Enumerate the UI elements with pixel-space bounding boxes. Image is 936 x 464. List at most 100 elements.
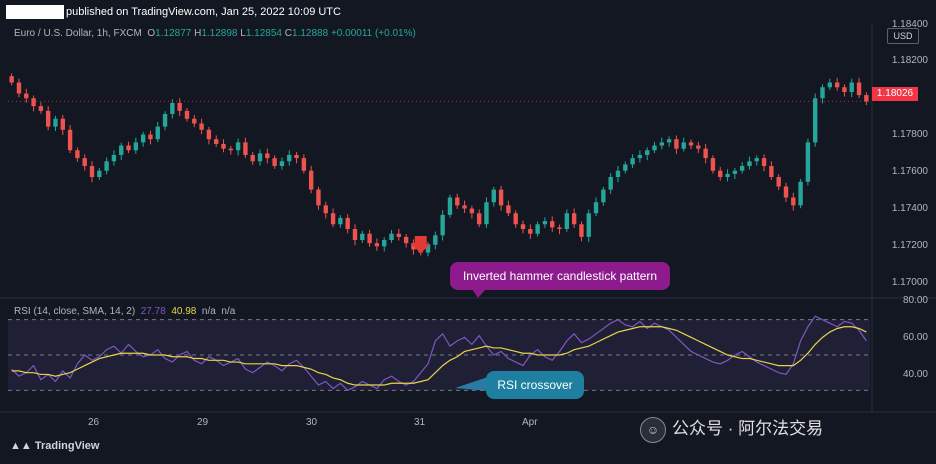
rsi-axis-label: 60.00 xyxy=(902,332,928,343)
candle-body xyxy=(506,205,511,214)
candle-body xyxy=(265,153,270,159)
candle-body xyxy=(615,170,621,178)
candle-body xyxy=(24,93,29,99)
symbol-legend: Euro / U.S. Dollar, 1h, FXCM O1.12877 H1… xyxy=(14,28,416,39)
candle-body xyxy=(593,202,599,214)
candle-body xyxy=(710,158,716,171)
candle-body xyxy=(82,158,87,166)
candle-body xyxy=(214,139,219,144)
candle-body xyxy=(462,205,467,209)
candle-body xyxy=(747,161,752,166)
candle-body xyxy=(769,166,774,178)
rsi-legend: RSI (14, close, SMA, 14, 2) 27.78 40.98 … xyxy=(14,306,235,317)
candle-body xyxy=(433,235,438,245)
candle-body xyxy=(820,87,825,99)
hammer-callout-pointer xyxy=(472,289,486,298)
rsi-axis-label: 40.00 xyxy=(902,369,928,380)
price-axis-label: 1.17000 xyxy=(891,277,928,288)
candle-body xyxy=(148,134,153,140)
candle-body xyxy=(53,118,58,127)
candle-body xyxy=(235,142,241,151)
candle-body xyxy=(177,103,182,111)
candle-body xyxy=(67,129,73,151)
time-axis-label: 26 xyxy=(88,417,100,428)
rsi-ma-value: 40.98 xyxy=(171,306,197,317)
candle-body xyxy=(447,197,453,215)
candle-body xyxy=(257,153,263,162)
rsi-label[interactable]: RSI (14, close, SMA, 14, 2) xyxy=(14,306,135,317)
candle-body xyxy=(674,139,679,149)
wechat-watermark: ☺ 公众号 · 阿尔法交易 xyxy=(640,414,823,443)
candle-body xyxy=(184,110,190,119)
candle-body xyxy=(798,181,803,206)
candle-body xyxy=(352,229,358,241)
time-axis-label: 29 xyxy=(197,417,209,428)
price-axis-label: 1.17600 xyxy=(891,166,928,177)
hammer-callout: Inverted hammer candlestick pattern xyxy=(450,262,670,290)
chart-canvas[interactable] xyxy=(0,0,936,464)
candle-body xyxy=(111,154,117,162)
candle-body xyxy=(550,221,555,228)
candle-body xyxy=(440,214,445,236)
time-axis-label: 30 xyxy=(306,417,318,428)
crossover-callout: RSI crossover xyxy=(486,371,584,399)
change-value: +0.00011 (+0.01%) xyxy=(330,28,416,39)
candle-body xyxy=(360,233,365,241)
candle-body xyxy=(228,148,233,151)
candle-body xyxy=(374,243,380,247)
candle-body xyxy=(389,233,394,241)
candle-body xyxy=(856,82,862,96)
open-label: O xyxy=(147,28,156,39)
price-axis-label: 1.17400 xyxy=(891,203,928,214)
candle-body xyxy=(491,189,496,203)
candle-body xyxy=(162,114,168,127)
time-axis-label: Apr xyxy=(522,417,538,428)
candle-body xyxy=(586,213,591,237)
close-value: 1.12888 xyxy=(292,28,329,39)
candle-body xyxy=(243,142,248,155)
candle-body xyxy=(75,150,80,159)
chart-window: published on TradingView.com, Jan 25, 20… xyxy=(0,0,936,464)
candle-body xyxy=(170,103,175,115)
tradingview-logo[interactable]: ▲▲ TradingView xyxy=(10,440,99,452)
candle-body xyxy=(608,177,613,190)
candle-body xyxy=(659,142,664,146)
candle-body xyxy=(396,233,402,237)
candle-body xyxy=(294,154,299,159)
candle-body xyxy=(732,170,738,174)
candle-body xyxy=(761,158,767,166)
candle-body xyxy=(330,213,336,225)
candle-body xyxy=(206,129,212,140)
symbol-name[interactable]: Euro / U.S. Dollar, 1h, FXCM xyxy=(14,28,142,39)
candle-body xyxy=(688,142,694,146)
candle-body xyxy=(805,142,811,182)
candle-body xyxy=(849,82,854,92)
candle-body xyxy=(776,177,781,187)
candle-body xyxy=(45,110,51,127)
candle-body xyxy=(528,229,533,234)
tv-logo-icon: ▲▲ xyxy=(10,440,35,452)
candle-body xyxy=(455,197,460,206)
candle-body xyxy=(652,145,657,151)
candle-body xyxy=(367,233,372,244)
last-price-badge: 1.18026 xyxy=(872,87,918,101)
rsi-value: 27.78 xyxy=(140,306,166,317)
candle-body xyxy=(250,154,255,162)
candle-body xyxy=(754,158,759,162)
tv-logo-text: TradingView xyxy=(34,440,100,452)
candle-body xyxy=(192,118,197,124)
open-value: 1.12877 xyxy=(155,28,192,39)
candle-body xyxy=(791,197,796,206)
candle-body xyxy=(382,240,387,247)
candle-body xyxy=(630,158,635,165)
candle-body xyxy=(38,106,44,111)
candle-body xyxy=(864,95,869,102)
candle-body xyxy=(513,213,518,225)
price-axis-label: 1.17800 xyxy=(891,129,928,140)
high-value: 1.12898 xyxy=(201,28,238,39)
candle-body xyxy=(842,87,847,92)
candle-body xyxy=(535,224,540,234)
candle-body xyxy=(133,142,139,151)
candle-body xyxy=(827,82,833,88)
currency-badge[interactable]: USD xyxy=(887,28,919,44)
